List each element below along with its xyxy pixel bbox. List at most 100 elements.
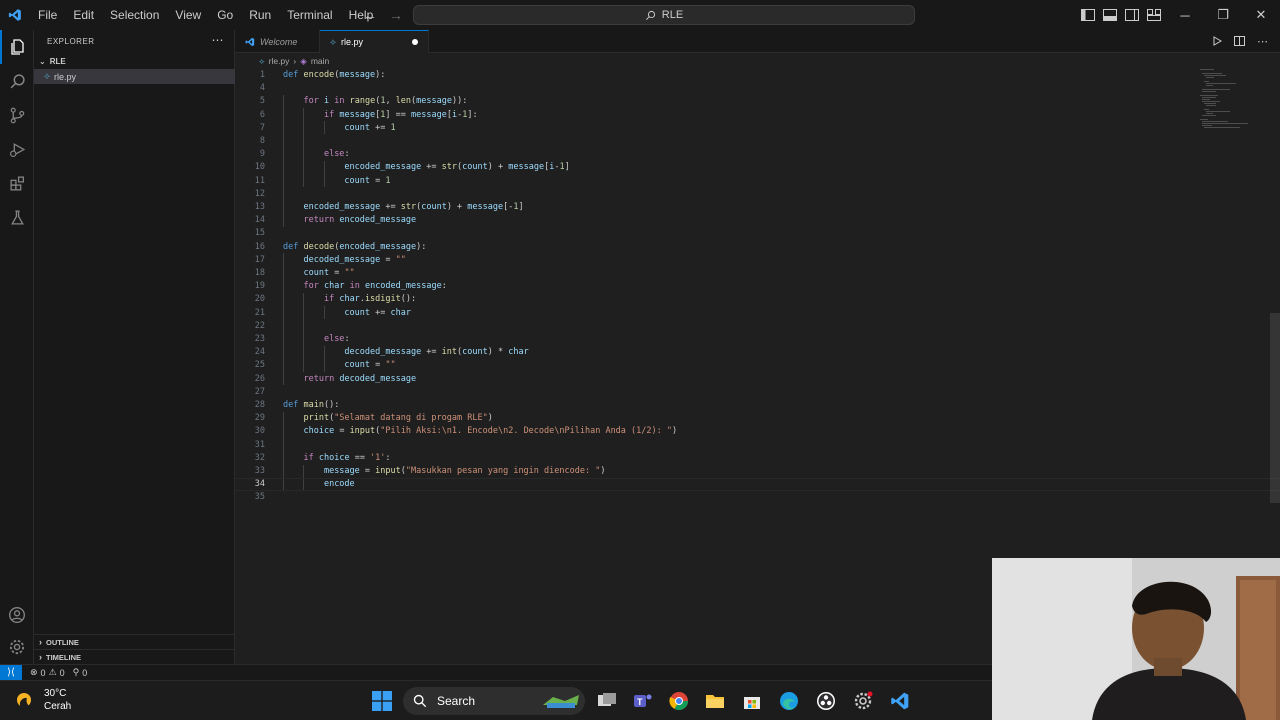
run-icon[interactable] — [1212, 35, 1223, 49]
code-text: encoded_message += str(count) + message[… — [344, 162, 570, 173]
code-line[interactable]: 19 for char in encoded_message: — [235, 280, 1280, 293]
code-line[interactable]: 5 for i in range(1, len(message)): — [235, 95, 1280, 108]
restore-icon[interactable]: ❐ — [1204, 0, 1242, 30]
ports-indicator[interactable]: ⚲ 0 — [65, 667, 88, 678]
account-icon[interactable] — [0, 598, 34, 632]
breadcrumb-symbol[interactable]: main — [311, 56, 329, 66]
code-text: decoded_message = "" — [303, 254, 406, 265]
teams-icon[interactable]: T — [631, 689, 655, 713]
code-line[interactable]: 16 def decode(encoded_message): — [235, 240, 1280, 253]
timeline-section[interactable]: › TIMELINE — [34, 649, 235, 664]
menu-file[interactable]: File — [30, 0, 65, 30]
taskbar-search[interactable]: Search — [403, 687, 585, 715]
code-line[interactable]: 20 if char.isdigit(): — [235, 293, 1280, 306]
file-rle-py[interactable]: ⟡ rle.py — [34, 69, 235, 84]
code-line[interactable]: 11 count = 1 — [235, 174, 1280, 187]
code-line[interactable]: 34 encode — [235, 477, 1280, 491]
breadcrumb-file[interactable]: rle.py — [269, 56, 290, 66]
line-number: 5 — [259, 96, 265, 107]
run-debug-icon[interactable] — [0, 132, 34, 166]
code-line[interactable]: 33 message = input("Masukkan pesan yang … — [235, 465, 1280, 478]
code-line[interactable]: 17 decoded_message = "" — [235, 253, 1280, 266]
edge-icon[interactable] — [777, 689, 801, 713]
task-view-icon[interactable] — [595, 689, 619, 713]
tab-rle-py[interactable]: ⟡ rle.py — [320, 30, 429, 53]
code-line[interactable]: 6 if message[1] == message[i-1]: — [235, 108, 1280, 121]
toggle-secondary-sidebar-icon[interactable] — [1124, 7, 1140, 23]
close-icon[interactable]: ✕ — [1242, 0, 1280, 30]
code-line[interactable]: 1 def encode(message): — [235, 69, 1280, 82]
customize-layout-icon[interactable] — [1146, 7, 1162, 23]
tab-welcome[interactable]: Welcome — [235, 30, 320, 53]
arrow-left-icon[interactable]: ← — [362, 7, 378, 23]
line-number: 28 — [254, 400, 265, 411]
minimap[interactable] — [1198, 68, 1268, 128]
chrome-icon[interactable] — [667, 689, 691, 713]
toggle-sidebar-icon[interactable] — [1080, 7, 1096, 23]
file-explorer-icon[interactable] — [703, 689, 727, 713]
menu-edit[interactable]: Edit — [65, 0, 102, 30]
code-line[interactable]: 23 else: — [235, 333, 1280, 346]
more-actions-icon[interactable]: ⋯ — [1257, 35, 1268, 48]
weather-temperature: 30°C — [44, 688, 67, 699]
code-line[interactable]: 27 — [235, 385, 1280, 398]
code-line[interactable]: 13 encoded_message += str(count) + messa… — [235, 201, 1280, 214]
settings-icon[interactable] — [851, 689, 875, 713]
remote-indicator-icon[interactable]: ⟩⟨ — [0, 664, 22, 681]
code-line[interactable]: 32 if choice == '1': — [235, 451, 1280, 464]
more-actions-icon[interactable]: ⋯ — [212, 33, 225, 47]
code-line[interactable]: 31 — [235, 438, 1280, 451]
outline-section[interactable]: › OUTLINE — [34, 634, 235, 649]
source-control-icon[interactable] — [0, 98, 34, 132]
arrow-right-icon[interactable]: → — [388, 7, 404, 23]
code-line[interactable]: 26 return decoded_message — [235, 372, 1280, 385]
code-line[interactable]: 9 else: — [235, 148, 1280, 161]
weather-widget[interactable]: 30°C Cerah — [14, 687, 71, 713]
menu-selection[interactable]: Selection — [102, 0, 167, 30]
command-center[interactable]: RLE — [413, 5, 915, 25]
code-line[interactable]: 22 — [235, 319, 1280, 332]
toggle-panel-icon[interactable] — [1102, 7, 1118, 23]
code-line[interactable]: 28 def main(): — [235, 399, 1280, 412]
menu-view[interactable]: View — [167, 0, 209, 30]
minimize-icon[interactable]: ─ — [1166, 0, 1204, 30]
line-number: 15 — [254, 228, 265, 239]
explorer-icon[interactable] — [0, 30, 34, 64]
code-text: count = 1 — [344, 175, 391, 186]
menu-terminal[interactable]: Terminal — [279, 0, 340, 30]
code-line[interactable]: 30 choice = input("Pilih Aksi:\n1. Encod… — [235, 425, 1280, 438]
code-line[interactable]: 8 — [235, 135, 1280, 148]
menu-run[interactable]: Run — [241, 0, 279, 30]
code-line[interactable]: 14 return encoded_message — [235, 214, 1280, 227]
scrollbar-thumb[interactable] — [1270, 313, 1280, 503]
windows-start-icon[interactable] — [370, 689, 394, 713]
code-line[interactable]: 29 print("Selamat datang di progam RLE") — [235, 412, 1280, 425]
line-number: 6 — [259, 109, 265, 120]
code-line[interactable]: 15 — [235, 227, 1280, 240]
vscode-logo-icon — [0, 0, 30, 30]
problems-indicator[interactable]: ⊗ 0 ⚠ 0 — [22, 667, 65, 678]
unsaved-dot-icon[interactable] — [411, 39, 418, 45]
title-bar: File Edit Selection View Go Run Terminal… — [0, 0, 1280, 30]
settings-gear-icon[interactable] — [0, 630, 34, 664]
microsoft-store-icon[interactable] — [740, 689, 764, 713]
code-line[interactable]: 24 decoded_message += int(count) * char — [235, 346, 1280, 359]
code-line[interactable]: 35 — [235, 491, 1280, 504]
code-line[interactable]: 18 count = "" — [235, 267, 1280, 280]
code-text: choice = input("Pilih Aksi:\n1. Encode\n… — [303, 426, 678, 437]
obs-icon[interactable] — [814, 689, 838, 713]
timeline-label: TIMELINE — [46, 652, 81, 662]
search-icon[interactable] — [0, 64, 34, 98]
extensions-icon[interactable] — [0, 166, 34, 200]
code-line[interactable]: 10 encoded_message += str(count) + messa… — [235, 161, 1280, 174]
split-editor-icon[interactable] — [1234, 35, 1245, 49]
code-line[interactable]: 4 — [235, 82, 1280, 95]
folder-rle[interactable]: ⌄ RLE — [34, 53, 235, 69]
testing-icon[interactable] — [0, 200, 34, 234]
code-line[interactable]: 25 count = "" — [235, 359, 1280, 372]
code-line[interactable]: 7 count += 1 — [235, 121, 1280, 134]
code-line[interactable]: 21 count += char — [235, 306, 1280, 319]
menu-go[interactable]: Go — [209, 0, 241, 30]
vscode-icon[interactable] — [888, 689, 912, 713]
code-line[interactable]: 12 — [235, 187, 1280, 200]
